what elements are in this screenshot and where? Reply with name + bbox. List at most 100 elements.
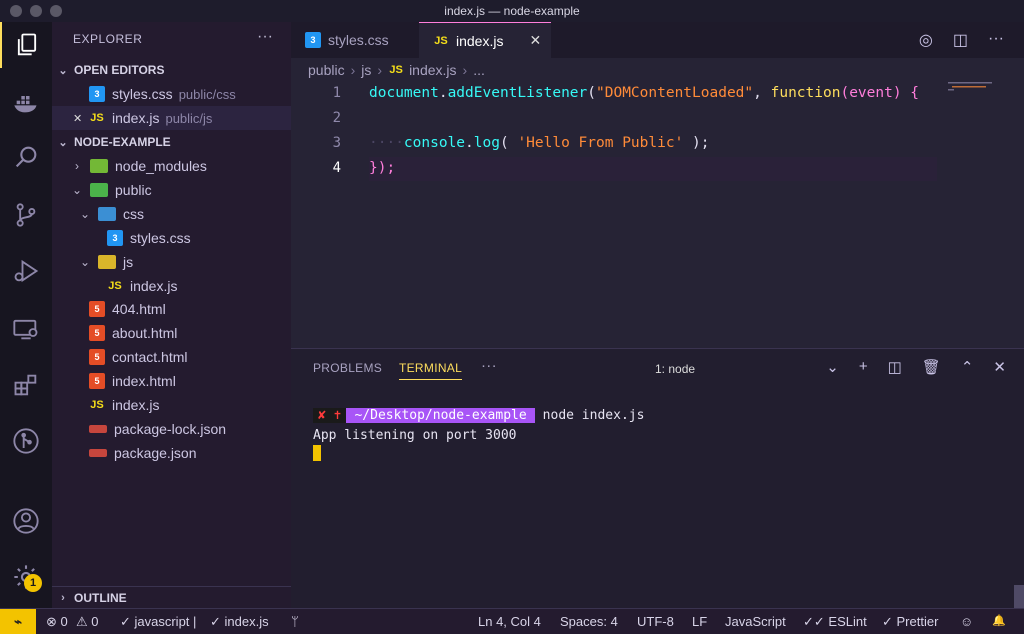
new-terminal-icon[interactable]: + (859, 358, 868, 376)
editor-tabs: 3 styles.css JS index.js ✕ ◎ ◫ ··· (291, 22, 1024, 58)
trash-icon[interactable]: 🗑 (922, 358, 941, 376)
tab-styles-css[interactable]: 3 styles.css (291, 22, 419, 58)
tab-label: index.js (456, 32, 504, 49)
tab-label: styles.css (328, 32, 389, 48)
chevron-down-icon: ⌄ (79, 207, 91, 221)
git-icon[interactable]: ᛘ (291, 614, 299, 629)
prompt-status: ✘ ✝ (313, 408, 347, 423)
tab-terminal[interactable]: TERMINAL (399, 361, 463, 380)
html-file-icon: 5 (89, 301, 105, 317)
language-mode[interactable]: JavaScript (725, 614, 786, 629)
code-token: document (369, 85, 439, 101)
code-token: . (465, 135, 474, 151)
window-controls (10, 5, 62, 17)
terminal-command: node index.js (542, 408, 645, 423)
open-editor-item[interactable]: ✕ JS index.js public/js (52, 106, 291, 130)
tree-item-package-lock-json[interactable]: package-lock.json (52, 417, 291, 441)
source-control-icon[interactable] (0, 192, 52, 238)
tree-label: index.js (112, 397, 160, 413)
chevron-down-icon[interactable]: ⌄ (826, 358, 839, 376)
terminal-select[interactable]: 1: node (655, 362, 695, 376)
bottom-panel: PROBLEMS TERMINAL ··· 1: node ⌄ + ◫ 🗑 ⌃ … (291, 348, 1024, 609)
settings-badge: 1 (24, 574, 42, 592)
open-editors-title: OPEN EDITORS (74, 63, 165, 77)
tree-item-index-js[interactable]: JS index.js (52, 393, 291, 417)
end-of-line[interactable]: LF (692, 614, 707, 629)
cursor-position[interactable]: Ln 4, Col 4 (478, 614, 541, 629)
bell-icon[interactable]: 🔔 (992, 614, 1006, 627)
indentation[interactable]: Spaces: 4 (560, 614, 618, 629)
remote-explorer-icon[interactable] (0, 306, 52, 352)
tree-label: styles.css (130, 230, 191, 246)
tab-index-js[interactable]: JS index.js ✕ (419, 22, 551, 58)
settings-gear-icon[interactable]: 1 (0, 554, 52, 600)
tree-item-styles-css[interactable]: 3 styles.css (52, 226, 291, 250)
breadcrumb-item[interactable]: ... (473, 62, 485, 78)
code-editor[interactable]: 1 2 3 4 document.addEventListener("DOMCo… (291, 82, 1024, 348)
chevron-right-icon: › (377, 62, 383, 78)
eslint-status[interactable]: ✓✓ ESLint (803, 614, 867, 630)
warnings-indicator[interactable]: ⚠ 0 (76, 614, 99, 630)
breadcrumb-item[interactable]: js (361, 62, 371, 78)
docker-icon[interactable] (0, 80, 52, 126)
remote-indicator[interactable]: ⌁ (0, 608, 36, 634)
tab-problems[interactable]: PROBLEMS (313, 361, 382, 375)
extensions-icon[interactable] (0, 362, 52, 408)
git-graph-icon[interactable] (0, 418, 52, 464)
code-token: ) { (892, 85, 920, 101)
tree-item-public-index-js[interactable]: JS index.js (52, 274, 291, 298)
breadcrumb-item[interactable]: index.js (409, 62, 456, 78)
minimize-window-button[interactable] (30, 5, 42, 17)
more-actions-icon[interactable]: ··· (988, 30, 1004, 50)
split-terminal-icon[interactable]: ◫ (888, 358, 902, 376)
tree-item-index-html[interactable]: 5 index.html (52, 369, 291, 393)
css-file-icon: 3 (107, 230, 123, 246)
chevron-right-icon: › (61, 591, 65, 604)
project-header[interactable]: ⌄ NODE-EXAMPLE (52, 131, 291, 153)
tree-item-node-modules[interactable]: › node_modules (52, 154, 291, 178)
maximize-window-button[interactable] (50, 5, 62, 17)
close-icon[interactable]: ✕ (73, 112, 89, 125)
errors-indicator[interactable]: ⊗ 0 (46, 614, 68, 630)
split-editor-icon[interactable]: ◫ (953, 30, 968, 50)
explorer-icon[interactable] (0, 22, 52, 68)
maximize-panel-icon[interactable]: ⌃ (961, 358, 974, 376)
open-editor-item[interactable]: 3 styles.css public/css (52, 82, 291, 106)
feedback-icon[interactable]: ☺ (960, 614, 973, 629)
tree-item-public[interactable]: ⌄ public (52, 178, 291, 202)
close-panel-icon[interactable]: ✕ (993, 358, 1006, 376)
file-check[interactable]: ✓ index.js (210, 614, 269, 630)
open-editor-name: index.js (112, 110, 160, 126)
breadcrumb-item[interactable]: public (308, 62, 345, 78)
code-token: . (438, 85, 448, 101)
tree-item-contact-html[interactable]: 5 contact.html (52, 345, 291, 369)
open-editors-header[interactable]: ⌄ OPEN EDITORS (52, 59, 291, 81)
editor-actions: ◎ ◫ ··· (919, 30, 1004, 50)
html-file-icon: 5 (89, 373, 105, 389)
tree-item-404-html[interactable]: 5 404.html (52, 297, 291, 321)
outline-header[interactable]: › OUTLINE (52, 586, 291, 608)
close-tab-icon[interactable]: ✕ (529, 32, 541, 49)
account-icon[interactable] (0, 498, 52, 544)
explorer-more-button[interactable]: ··· (257, 28, 273, 46)
chevron-right-icon: › (75, 159, 79, 173)
json-file-icon (89, 425, 107, 433)
minimap[interactable] (948, 82, 1004, 94)
run-debug-icon[interactable] (0, 248, 52, 294)
whitespace-marker: ···· (369, 135, 404, 151)
search-icon[interactable] (0, 134, 52, 180)
panel-scrollbar[interactable] (1014, 585, 1024, 609)
css-file-icon: 3 (89, 86, 105, 102)
tree-item-about-html[interactable]: 5 about.html (52, 321, 291, 345)
tree-item-package-json[interactable]: package.json (52, 441, 291, 465)
open-preview-icon[interactable]: ◎ (919, 30, 933, 50)
js-check[interactable]: ✓ javascript | (120, 614, 196, 630)
terminal-prompt-line: ✘ ✝ ~/Desktop/node-example node index.js (313, 408, 644, 423)
panel-more-button[interactable]: ··· (481, 357, 497, 374)
tree-item-css[interactable]: ⌄ css (52, 202, 291, 226)
close-window-button[interactable] (10, 5, 22, 17)
tree-item-js[interactable]: ⌄ js (52, 250, 291, 274)
prettier-status[interactable]: ✓ Prettier (882, 614, 938, 630)
encoding[interactable]: UTF-8 (637, 614, 674, 629)
code-token: addEventListener (447, 85, 588, 101)
